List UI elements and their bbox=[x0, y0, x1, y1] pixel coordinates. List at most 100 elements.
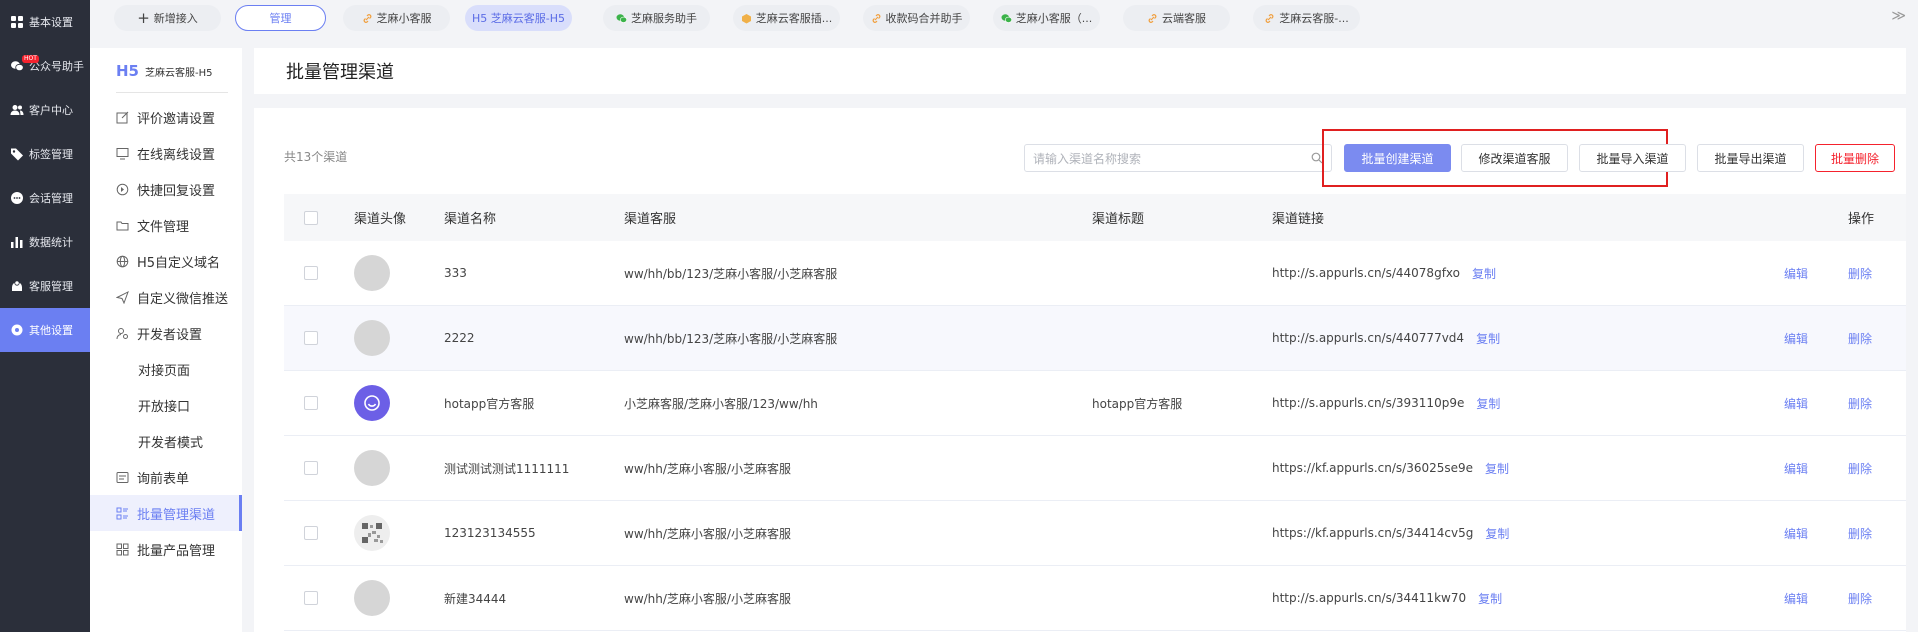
subnav-item-wechat-push[interactable]: 自定义微信推送 bbox=[90, 279, 242, 315]
nav-item-tags[interactable]: 标签管理 bbox=[0, 132, 90, 176]
row-checkbox[interactable] bbox=[304, 396, 318, 410]
tab-channel-8[interactable]: 芝麻云客服-... bbox=[1253, 5, 1360, 31]
subnav-item-open-api[interactable]: 开放接口 bbox=[90, 387, 242, 423]
tab-label: 云端客服 bbox=[1162, 12, 1206, 25]
batch-create-button[interactable]: 批量创建渠道 bbox=[1344, 144, 1451, 172]
channel-tabs-bar: + 新增接入 管理 芝麻小客服 H5 芝麻云客服-H5 芝麻服务助手 芝麻云客服… bbox=[90, 0, 1918, 36]
send-icon bbox=[116, 290, 129, 304]
header-title: 渠道标题 bbox=[1092, 212, 1145, 227]
delete-link[interactable]: 删除 bbox=[1848, 241, 1872, 305]
subnav-item-pre-form[interactable]: 询前表单 bbox=[90, 459, 242, 495]
tab-channel-5[interactable]: 收款码合并助手 bbox=[863, 5, 970, 31]
nav-item-other-settings[interactable]: 其他设置 bbox=[0, 308, 90, 352]
nav-item-official-account[interactable]: HOT 公众号助手 bbox=[0, 44, 90, 88]
batch-export-button[interactable]: 批量导出渠道 bbox=[1697, 144, 1804, 172]
grid-icon bbox=[11, 16, 23, 28]
nav-item-statistics[interactable]: 数据统计 bbox=[0, 220, 90, 264]
nav-label: 数据统计 bbox=[29, 236, 73, 249]
subnav-item-custom-domain[interactable]: H5自定义域名 bbox=[90, 243, 242, 279]
search-input[interactable]: 请输入渠道名称搜索 bbox=[1024, 144, 1332, 172]
delete-link[interactable]: 删除 bbox=[1848, 436, 1872, 500]
nav-item-customers[interactable]: 客户中心 bbox=[0, 88, 90, 132]
copy-link[interactable]: 复制 bbox=[1476, 395, 1500, 412]
avatar bbox=[354, 320, 390, 356]
channel-name-cell: 333 bbox=[444, 266, 467, 280]
grid-icon bbox=[116, 543, 129, 555]
tab-channel-4[interactable]: 芝麻云客服插... bbox=[733, 5, 840, 31]
tab-channel-3[interactable]: 芝麻服务助手 bbox=[603, 5, 710, 31]
channel-list-panel: 共13个渠道 请输入渠道名称搜索 批量创建渠道 修改渠道客服 批量导入渠道 批量… bbox=[254, 108, 1906, 632]
edit-channel-service-button[interactable]: 修改渠道客服 bbox=[1461, 144, 1568, 172]
tab-label: 收款码合并助手 bbox=[885, 12, 963, 25]
tab-channel-1[interactable]: 芝麻小客服 bbox=[343, 5, 450, 31]
row-checkbox[interactable] bbox=[304, 591, 318, 605]
nav-item-sessions[interactable]: 会话管理 bbox=[0, 176, 90, 220]
list-icon bbox=[116, 507, 128, 519]
tab-channel-7[interactable]: 云端客服 bbox=[1123, 5, 1230, 31]
delete-link[interactable]: 删除 bbox=[1848, 501, 1872, 565]
subnav-item-batch-channels[interactable]: 批量管理渠道 bbox=[90, 495, 242, 531]
channel-count: 共13个渠道 bbox=[284, 150, 348, 164]
row-checkbox[interactable] bbox=[304, 266, 318, 280]
tab-channel-2[interactable]: H5 芝麻云客服-H5 bbox=[465, 5, 572, 31]
subnav-item-online-offline[interactable]: 在线离线设置 bbox=[90, 135, 242, 171]
batch-delete-button[interactable]: 批量删除 bbox=[1815, 144, 1895, 172]
nav-item-basic-settings[interactable]: 基本设置 bbox=[0, 0, 90, 44]
row-checkbox[interactable] bbox=[304, 331, 318, 345]
new-access-label: 新增接入 bbox=[153, 12, 198, 25]
subnav-item-quick-reply[interactable]: 快捷回复设置 bbox=[90, 171, 242, 207]
edit-link[interactable]: 编辑 bbox=[1784, 241, 1808, 305]
batch-import-button[interactable]: 批量导入渠道 bbox=[1579, 144, 1686, 172]
service-icon bbox=[12, 280, 22, 291]
channel-name-cell: 测试测试测试1111111 bbox=[444, 461, 570, 476]
header-link: 渠道链接 bbox=[1272, 212, 1325, 227]
copy-link[interactable]: 复制 bbox=[1478, 590, 1502, 607]
copy-link[interactable]: 复制 bbox=[1485, 460, 1509, 477]
table-row: 测试测试测试1111111 ww/hh/芝麻小客服/小芝麻客服 https://… bbox=[284, 436, 1906, 501]
chat-icon bbox=[11, 192, 23, 204]
delete-link[interactable]: 删除 bbox=[1848, 371, 1872, 435]
tag-icon bbox=[11, 148, 23, 161]
globe-icon bbox=[116, 255, 129, 267]
edit-link[interactable]: 编辑 bbox=[1784, 566, 1808, 630]
edit-link[interactable]: 编辑 bbox=[1784, 371, 1808, 435]
copy-link[interactable]: 复制 bbox=[1485, 525, 1509, 542]
delete-link[interactable]: 删除 bbox=[1848, 566, 1872, 630]
developer-icon bbox=[116, 327, 128, 339]
subnav-item-dev-mode[interactable]: 开发者模式 bbox=[90, 423, 242, 459]
copy-link[interactable]: 复制 bbox=[1472, 265, 1496, 282]
quick-reply-icon bbox=[116, 183, 129, 195]
subnav-item-rating-invite[interactable]: 评价邀请设置 bbox=[90, 99, 242, 135]
copy-link[interactable]: 复制 bbox=[1476, 330, 1500, 347]
row-checkbox[interactable] bbox=[304, 526, 318, 540]
edit-link[interactable]: 编辑 bbox=[1784, 306, 1808, 370]
channel-name-cell: hotapp官方客服 bbox=[444, 396, 535, 411]
more-tabs-icon[interactable]: ≫ bbox=[1891, 8, 1906, 24]
tab-channel-6[interactable]: 芝麻小客服（... bbox=[993, 5, 1100, 31]
subnav-label: 询前表单 bbox=[137, 471, 190, 487]
subnav-label: H5自定义域名 bbox=[137, 255, 221, 271]
nav-label: 客户中心 bbox=[29, 104, 73, 117]
manage-button[interactable]: 管理 bbox=[235, 5, 326, 31]
subnav-item-docking-page[interactable]: 对接页面 bbox=[90, 351, 242, 387]
tab-label: 芝麻服务助手 bbox=[631, 12, 697, 25]
link-icon bbox=[363, 13, 371, 23]
subnav-item-file-mgmt[interactable]: 文件管理 bbox=[90, 207, 242, 243]
main-nav: 基本设置 HOT 公众号助手 客户中心 标签管理 会话管理 数据统计 客服管理 … bbox=[0, 0, 90, 632]
delete-link[interactable]: 删除 bbox=[1848, 306, 1872, 370]
edit-link[interactable]: 编辑 bbox=[1784, 436, 1808, 500]
nav-item-service-mgmt[interactable]: 客服管理 bbox=[0, 264, 90, 308]
subnav-label: 批量管理渠道 bbox=[137, 507, 216, 523]
tab-label: 芝麻云客服插... bbox=[755, 12, 833, 25]
subnav-item-developer[interactable]: 开发者设置 bbox=[90, 315, 242, 351]
wechat-icon bbox=[616, 13, 627, 23]
settings-subnav: H5 芝麻云客服-H5 评价邀请设置 在线离线设置 快捷回复设置 文件管理 H5… bbox=[90, 48, 242, 632]
tab-label: 芝麻云客服-... bbox=[1279, 12, 1349, 25]
box-icon bbox=[741, 13, 751, 23]
subnav-item-batch-products[interactable]: 批量产品管理 bbox=[90, 531, 242, 567]
hot-badge: HOT bbox=[22, 55, 39, 63]
select-all-checkbox[interactable] bbox=[304, 210, 318, 225]
new-access-button[interactable]: + 新增接入 bbox=[114, 5, 221, 31]
edit-link[interactable]: 编辑 bbox=[1784, 501, 1808, 565]
row-checkbox[interactable] bbox=[304, 461, 318, 475]
